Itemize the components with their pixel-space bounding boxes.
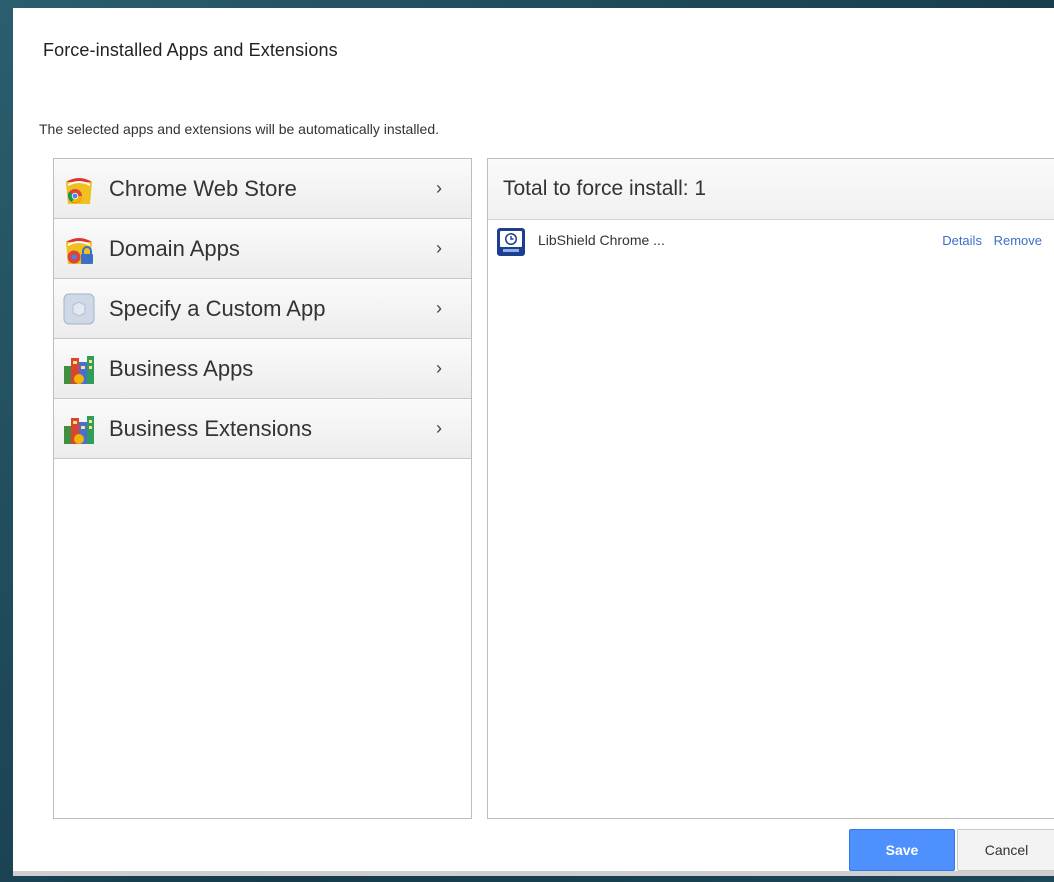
category-label: Specify a Custom App bbox=[109, 295, 326, 321]
chevron-right-icon: › bbox=[436, 298, 442, 318]
libshield-icon bbox=[497, 228, 525, 256]
chrome-web-store-icon bbox=[62, 172, 96, 206]
installed-item: LibShield Chrome ... Details Remove bbox=[488, 220, 1054, 258]
chevron-right-icon: › bbox=[436, 238, 442, 258]
category-business-extensions[interactable]: Business Extensions › bbox=[54, 399, 471, 459]
category-chrome-web-store[interactable]: Chrome Web Store › bbox=[54, 159, 471, 219]
details-link[interactable]: Details bbox=[942, 233, 982, 248]
business-extensions-icon bbox=[62, 412, 96, 446]
installed-item-actions: Details Remove bbox=[934, 233, 1042, 248]
business-apps-icon bbox=[62, 352, 96, 386]
category-custom-app[interactable]: Specify a Custom App › bbox=[54, 279, 471, 339]
category-domain-apps[interactable]: Domain Apps › bbox=[54, 219, 471, 279]
installed-count-header: Total to force install: 1 bbox=[488, 159, 1054, 220]
dialog-description: The selected apps and extensions will be… bbox=[39, 121, 440, 137]
remove-link[interactable]: Remove bbox=[994, 233, 1042, 248]
custom-app-icon bbox=[62, 292, 96, 326]
dialog-footer-bar bbox=[13, 871, 1054, 876]
domain-apps-icon bbox=[62, 232, 96, 266]
category-label: Chrome Web Store bbox=[109, 175, 297, 201]
chevron-right-icon: › bbox=[436, 358, 442, 378]
category-business-apps[interactable]: Business Apps › bbox=[54, 339, 471, 399]
category-label: Business Apps bbox=[109, 355, 254, 381]
save-button[interactable]: Save bbox=[849, 829, 955, 871]
category-label: Domain Apps bbox=[109, 235, 240, 261]
cancel-button[interactable]: Cancel bbox=[957, 829, 1054, 871]
installed-app-name: LibShield Chrome ... bbox=[538, 232, 665, 248]
chevron-right-icon: › bbox=[436, 418, 442, 438]
dialog-title: Force-installed Apps and Extensions bbox=[43, 40, 338, 60]
category-panel: Chrome Web Store › Domain Apps › Specify… bbox=[53, 158, 472, 819]
installed-panel: Total to force install: 1 LibShield Chro… bbox=[487, 158, 1054, 819]
chevron-right-icon: › bbox=[436, 178, 442, 198]
force-install-dialog: Force-installed Apps and Extensions The … bbox=[13, 8, 1054, 876]
category-label: Business Extensions bbox=[109, 415, 312, 441]
